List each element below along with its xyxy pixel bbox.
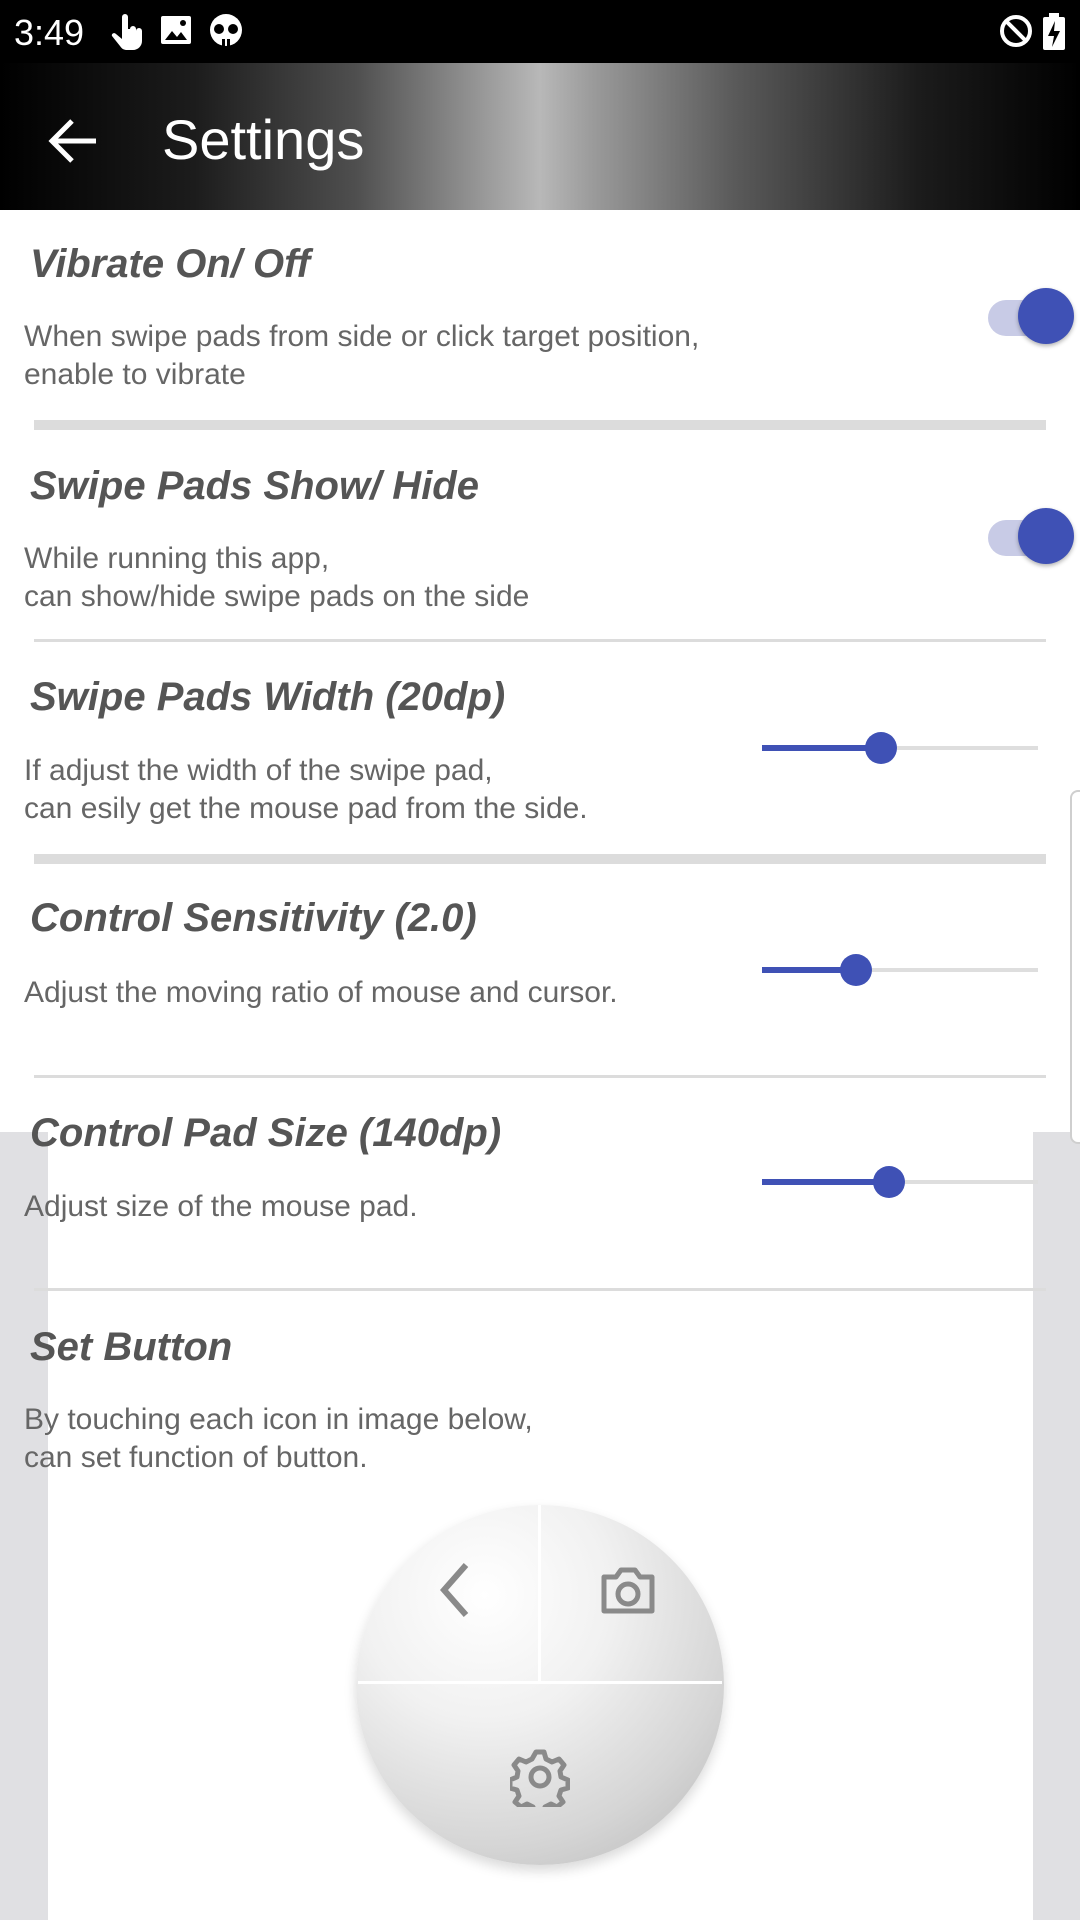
divider	[34, 420, 1046, 430]
control-pad-size-slider[interactable]	[762, 1162, 1038, 1202]
status-bar: 3:49	[0, 0, 1080, 63]
setting-title: Vibrate On/ Off	[30, 242, 311, 286]
vibrate-toggle[interactable]	[986, 288, 1074, 348]
toggle-thumb	[1018, 508, 1074, 564]
touch-icon	[111, 14, 142, 50]
slider-fill	[762, 745, 881, 751]
background-left-strip	[0, 1132, 48, 1920]
app-bar: Settings	[0, 63, 1080, 210]
pad-divider-vertical	[538, 1505, 541, 1681]
swipe-pads-toggle[interactable]	[986, 508, 1074, 568]
chevron-left-icon[interactable]	[426, 1555, 486, 1625]
side-swipe-pad-handle[interactable]	[1070, 790, 1080, 1144]
slider-fill	[762, 1179, 889, 1185]
page-title: Settings	[162, 108, 365, 171]
slider-thumb[interactable]	[873, 1166, 905, 1198]
battery-charging-icon	[1043, 13, 1065, 50]
setting-title: Swipe Pads Show/ Hide	[30, 464, 479, 508]
toggle-thumb	[1018, 288, 1074, 344]
divider	[34, 1075, 1046, 1078]
setting-description: By touching each icon in image below, ca…	[24, 1403, 533, 1474]
swipe-pads-width-slider[interactable]	[762, 728, 1038, 768]
divider	[34, 639, 1046, 642]
setting-title: Control Sensitivity (2.0)	[30, 896, 477, 940]
slider-thumb[interactable]	[865, 732, 897, 764]
back-arrow-icon[interactable]	[40, 107, 108, 175]
setting-description: Adjust the moving ratio of mouse and cur…	[24, 976, 618, 1009]
setting-description: While running this app, can show/hide sw…	[24, 542, 530, 613]
setting-title: Control Pad Size (140dp)	[30, 1111, 502, 1155]
divider	[34, 854, 1046, 864]
setting-description: Adjust size of the mouse pad.	[24, 1190, 418, 1223]
divider	[34, 1288, 1046, 1291]
do-not-disturb-icon	[1000, 15, 1032, 47]
setting-title: Set Button	[30, 1325, 233, 1369]
setting-title: Swipe Pads Width (20dp)	[30, 675, 506, 719]
background-right-strip	[1033, 1132, 1080, 1920]
setting-description: When swipe pads from side or click targe…	[24, 320, 700, 391]
mouse-pad-preview	[356, 1505, 724, 1865]
gear-icon[interactable]	[510, 1747, 570, 1807]
image-icon	[161, 16, 191, 44]
pad-divider-horizontal	[358, 1681, 722, 1684]
skull-icon	[210, 14, 242, 46]
slider-thumb[interactable]	[840, 954, 872, 986]
control-sensitivity-slider[interactable]	[762, 950, 1038, 990]
camera-icon[interactable]	[598, 1565, 658, 1617]
setting-description: If adjust the width of the swipe pad, ca…	[24, 754, 588, 825]
status-time: 3:49	[14, 12, 85, 53]
